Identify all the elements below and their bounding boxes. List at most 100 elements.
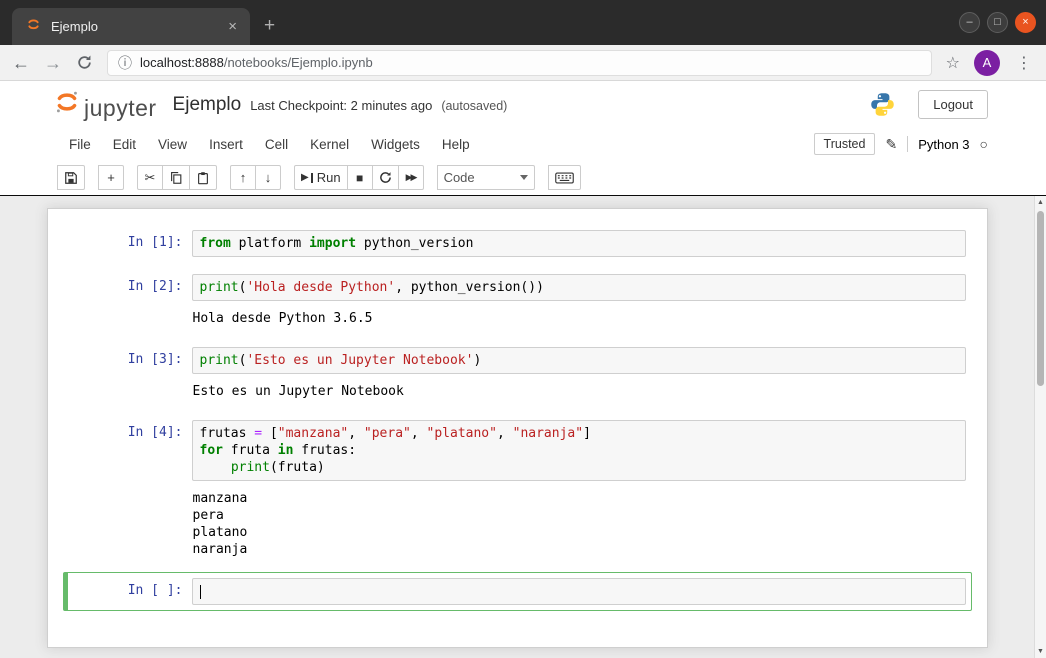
scroll-up-icon[interactable]: ▲ [1035, 199, 1046, 206]
maximize-button[interactable]: □ [987, 12, 1008, 33]
cut-cell-button[interactable]: ✂ [137, 165, 163, 190]
new-tab-button[interactable]: + [264, 15, 275, 37]
menu-separator [907, 136, 909, 152]
copy-cell-button[interactable] [162, 165, 190, 190]
output-prompt [73, 383, 192, 400]
restart-icon [379, 172, 391, 183]
url-bar[interactable]: ⓘ localhost:8888/notebooks/Ejemplo.ipynb [107, 49, 932, 76]
cell-prompt: In [3]: [127, 352, 183, 367]
back-icon[interactable]: ← [12, 54, 30, 72]
cell-code-input[interactable]: print('Esto es un Jupyter Notebook') [191, 347, 966, 374]
notebook-cell[interactable]: In [3]: print('Esto es un Jupyter Noteboo… [63, 341, 972, 409]
cell-code-input[interactable] [191, 578, 966, 605]
run-label: Run [316, 170, 341, 185]
minimize-button[interactable]: – [959, 12, 980, 33]
restart-kernel-button[interactable] [371, 165, 399, 190]
close-tab-icon[interactable]: × [225, 18, 240, 35]
scrollbar[interactable]: ▲ ▼ [1034, 196, 1046, 658]
menu-help[interactable]: Help [431, 131, 481, 158]
copy-icon [171, 171, 182, 184]
url-path: /notebooks/Ejemplo.ipynb [223, 55, 373, 70]
titlebar: Ejemplo × + – □ × [0, 0, 1046, 45]
cell-output: manzana pera platano naranja [192, 491, 248, 557]
cell-code-input[interactable]: print('Hola desde Python', python_versio… [191, 274, 966, 301]
cell-prompt: In [4]: [127, 425, 183, 440]
notebook-cell[interactable]: In [1]: from platform import python_versi… [63, 224, 972, 263]
notebook-cell[interactable]: In [2]: print('Hola desde Python', python… [63, 268, 972, 336]
notebook-cell[interactable]: In [ ]: [62, 572, 972, 611]
logout-button[interactable]: Logout [918, 90, 988, 119]
cell-input-row: In [ ]: [73, 578, 966, 605]
paste-icon [198, 171, 208, 184]
cell-output-row: manzana pera platano naranja [73, 481, 966, 561]
code-line: print('Esto es un Jupyter Notebook') [199, 353, 482, 368]
cell-code-input[interactable]: from platform import python_version [191, 230, 966, 257]
jupyter-logo-icon [54, 89, 80, 120]
cell-code-input[interactable]: frutas = ["manzana", "pera", "platano", … [191, 420, 966, 481]
notebook-menubar: File Edit View Insert Cell Kernel Widget… [0, 128, 1046, 160]
python-logo-icon [869, 91, 896, 118]
code-line: print('Hola desde Python', python_versio… [199, 280, 544, 295]
forward-icon[interactable]: → [44, 54, 62, 72]
reload-icon[interactable] [76, 54, 93, 71]
run-icon: ▶ [301, 171, 309, 183]
command-palette-button[interactable] [547, 165, 581, 190]
text-cursor [199, 585, 201, 599]
browser-toolbar: ← → ⓘ localhost:8888/notebooks/Ejemplo.i… [0, 45, 1046, 81]
cell-input-row: In [1]: from platform import python_versi… [73, 230, 966, 257]
tab-title: Ejemplo [51, 19, 98, 34]
cell-input-row: In [2]: print('Hola desde Python', python… [73, 274, 966, 301]
notebook-title[interactable]: Ejemplo [173, 94, 242, 116]
browser-window: Ejemplo × + – □ × ← → ⓘ localhost:8888/n… [0, 0, 1046, 658]
scrollbar-thumb[interactable] [1037, 211, 1044, 386]
menu-view[interactable]: View [147, 131, 198, 158]
paste-cell-button[interactable] [189, 165, 217, 190]
profile-avatar[interactable]: A [974, 49, 1000, 76]
move-cell-down-button[interactable]: ↓ [255, 165, 281, 190]
code-line: from platform import python_version [199, 236, 474, 251]
kernel-name[interactable]: Python 3 [918, 137, 969, 152]
move-cell-up-button[interactable]: ↑ [230, 165, 256, 190]
jupyter-logo[interactable]: jupyter [54, 89, 157, 120]
menu-kernel[interactable]: Kernel [299, 131, 360, 158]
notebook-cells: In [1]: from platform import python_versi… [46, 208, 988, 648]
scroll-down-icon[interactable]: ▼ [1035, 648, 1046, 655]
code-line [199, 583, 958, 600]
save-button[interactable] [57, 165, 85, 190]
jupyter-logo-text: jupyter [84, 95, 157, 121]
close-window-button[interactable]: × [1015, 12, 1036, 33]
kernel-status-icon: ○ [979, 136, 988, 152]
browser-tab[interactable]: Ejemplo × [12, 8, 250, 45]
add-cell-button[interactable]: + [98, 165, 124, 190]
menu-insert[interactable]: Insert [198, 131, 254, 158]
url-host: localhost:8888 [140, 55, 224, 70]
menu-edit[interactable]: Edit [102, 131, 147, 158]
trusted-button[interactable]: Trusted [813, 133, 876, 155]
cell-output: Hola desde Python 3.6.5 [192, 311, 373, 326]
code-line: frutas = ["manzana", "pera", "platano", … [199, 426, 591, 441]
restart-run-all-button[interactable]: ▶▶ [397, 165, 424, 190]
output-prompt [73, 310, 192, 327]
run-button[interactable]: ▶ Run [294, 165, 348, 190]
cell-type-dropdown[interactable]: Code [436, 165, 535, 190]
jupyter-favicon-icon [26, 17, 41, 37]
chevron-down-icon [519, 175, 528, 180]
browser-menu-icon[interactable]: ⋮ [1014, 53, 1034, 73]
menu-widgets[interactable]: Widgets [360, 131, 431, 158]
cell-prompt: In [1]: [127, 235, 183, 250]
page-info-icon[interactable]: ⓘ [118, 56, 132, 70]
window-controls: – □ × [959, 12, 1036, 33]
url-text[interactable]: localhost:8888/notebooks/Ejemplo.ipynb [140, 55, 373, 70]
menu-file[interactable]: File [58, 131, 102, 158]
bookmark-star-icon[interactable]: ☆ [946, 53, 960, 73]
interrupt-kernel-button[interactable]: ■ [346, 165, 373, 190]
notebook-cell[interactable]: In [4]: frutas = ["manzana", "pera", "pla… [63, 414, 972, 567]
menu-cell[interactable]: Cell [254, 131, 299, 158]
cell-input-row: In [3]: print('Esto es un Jupyter Noteboo… [73, 347, 966, 374]
code-line: print(fruta) [230, 460, 325, 475]
cell-output-row: Esto es un Jupyter Notebook [73, 374, 966, 403]
keyboard-icon [554, 171, 574, 184]
cell-type-value: Code [443, 170, 475, 185]
save-icon [65, 171, 77, 184]
cell-input-row: In [4]: frutas = ["manzana", "pera", "pla… [73, 420, 966, 481]
